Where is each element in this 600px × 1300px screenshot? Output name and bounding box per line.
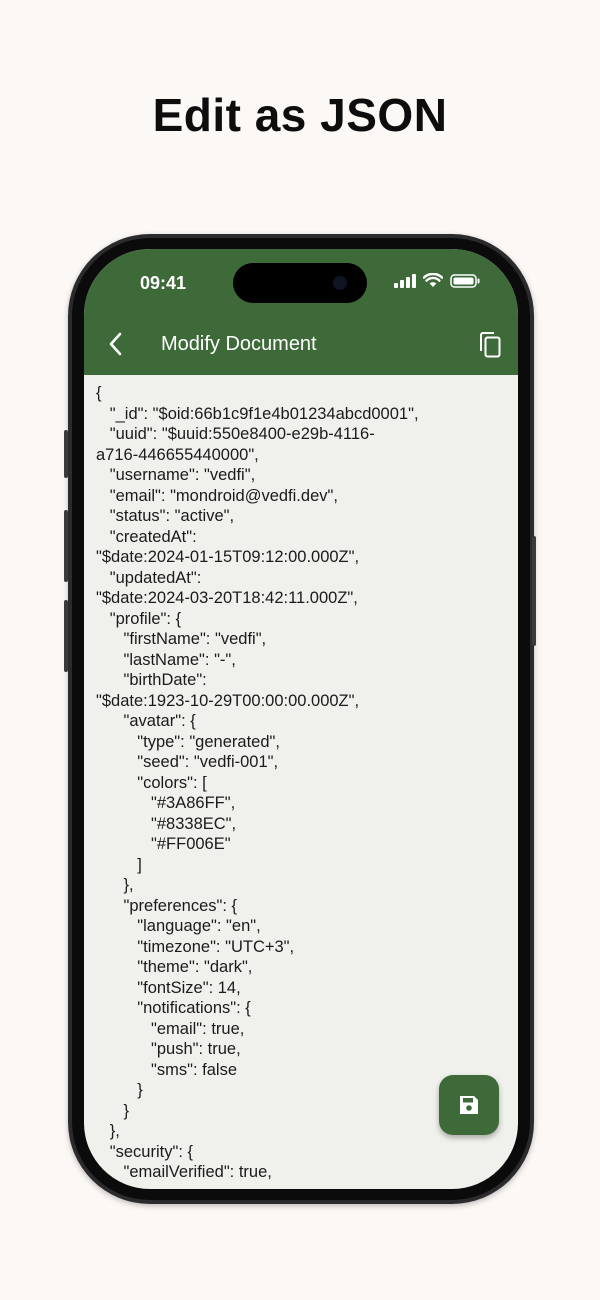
save-icon — [460, 1096, 478, 1114]
json-line: "security": { — [96, 1142, 193, 1161]
json-line: a716-446655440000", — [96, 445, 259, 464]
json-line: "seed": "vedfi-001", — [96, 753, 279, 771]
volume-down-button — [64, 600, 68, 672]
power-button — [532, 536, 536, 646]
action-button — [64, 430, 68, 478]
app-bar: 09:41 Modify Document — [84, 249, 518, 375]
json-line: "lastName": "-", — [96, 650, 236, 669]
json-line: ] — [96, 855, 142, 874]
json-line: "createdAt": — [96, 527, 197, 546]
json-editor[interactable]: { "_id": "$oid:66b1c9f1e4b01234abcd0001"… — [96, 383, 506, 1189]
json-line: "_id": "$oid:66b1c9f1e4b01234abcd0001", — [96, 404, 419, 423]
copy-icon — [480, 332, 501, 358]
json-line: "theme": "dark", — [96, 958, 253, 976]
json-line: "status": "active", — [96, 507, 235, 525]
json-line: "#3A86FF", — [96, 794, 236, 812]
phone-screen: 09:41 Modify Document {"_id": "$oid:66b… — [84, 249, 518, 1189]
json-line: "$date:2024-01-15T09:12:00.000Z", — [96, 548, 360, 566]
json-line: "notifications": { — [96, 999, 251, 1017]
json-line: { — [96, 384, 102, 402]
json-line: "emailVerified": true, — [96, 1163, 272, 1181]
json-line: "preferences": { — [96, 896, 238, 915]
json-line: "birthDate": — [96, 671, 207, 689]
json-line: "#8338EC", — [96, 814, 237, 833]
json-line: "email": "mondroid@vedfi.dev", — [96, 486, 338, 505]
status-time: 09:41 — [140, 273, 187, 293]
json-line: "username": "vedfi", — [96, 466, 256, 484]
status-icons — [394, 273, 480, 288]
json-line: "email": true, — [96, 1019, 245, 1038]
json-line: "profile": { — [96, 609, 182, 628]
dynamic-island — [233, 263, 367, 303]
json-line: "updatedAt": — [96, 568, 202, 587]
json-line: "fontSize": 14, — [96, 978, 241, 997]
copy-button[interactable] — [478, 331, 502, 359]
battery-icon — [450, 273, 480, 288]
json-line: "avatar": { — [96, 712, 196, 730]
json-line: "colors": [ — [96, 773, 207, 792]
back-button[interactable] — [104, 331, 126, 357]
json-line: "$date:1923-10-29T00:00:00.000Z", — [96, 691, 360, 710]
page-headline: Edit as JSON — [152, 89, 448, 141]
app-bar-title: Modify Document — [161, 333, 317, 355]
chevron-left-icon — [109, 332, 122, 356]
json-line: "#FF006E" — [96, 835, 231, 853]
json-line: "language": "en", — [96, 917, 261, 935]
json-line: "$date:2024-03-20T18:42:11.000Z", — [96, 589, 358, 607]
save-button[interactable] — [439, 1075, 499, 1135]
wifi-icon — [423, 273, 443, 287]
volume-up-button — [64, 510, 68, 582]
json-line: "uuid": "$uuid:550e8400-e29b-4116- — [96, 425, 375, 443]
signal-icon — [394, 273, 416, 288]
json-line: "push": true, — [96, 1040, 241, 1058]
json-line: "timezone": "UTC+3", — [96, 937, 295, 956]
json-line: }, — [96, 876, 134, 894]
json-line: "firstName": "vedfi", — [96, 630, 267, 648]
json-line: "type": "generated", — [96, 732, 280, 751]
